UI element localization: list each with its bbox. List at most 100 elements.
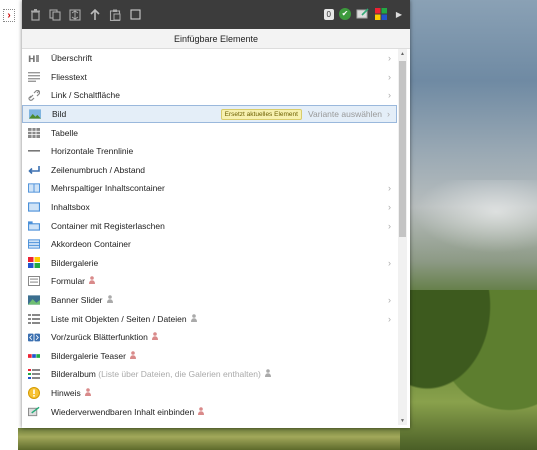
choose-variant-link[interactable]: Variante auswählen	[308, 109, 382, 119]
copy-icon[interactable]	[48, 8, 62, 22]
list-item-label: Bildergalerie Teaser	[51, 351, 397, 361]
image-icon	[29, 109, 41, 119]
columns-icon	[28, 183, 40, 194]
list-item-label: Horizontale Trennlinie	[51, 146, 397, 156]
list-item-label: Fliesstext	[51, 72, 397, 82]
list-item[interactable]: Wiederverwendbaren Inhalt einbinden	[22, 402, 397, 421]
list-item-label: Vor/zurück Blätterfunktion	[51, 332, 397, 342]
item-label-text: Formular	[51, 276, 86, 287]
list-item-label: Banner Slider	[51, 295, 397, 305]
replace-badge: Ersetzt aktuelles Element	[220, 108, 302, 120]
item-label-text: Bildergalerie	[51, 257, 99, 268]
item-label-text: Bild	[52, 109, 67, 120]
list-item[interactable]: Liste mit Objekten / Seiten / Dateien ›	[22, 309, 397, 328]
colors-icon[interactable]	[374, 7, 388, 21]
list-item[interactable]: Akkordeon Container	[22, 235, 397, 254]
list-item[interactable]: Banner Slider ›	[22, 291, 397, 310]
item-label-text: Wiederverwendbaren Inhalt einbinden	[51, 406, 195, 417]
list-item-label: Bildergalerie	[51, 258, 397, 268]
chevron-right-icon[interactable]: ›	[387, 109, 390, 119]
teaser-icon	[28, 351, 40, 361]
list-item-label: Überschrift	[51, 53, 397, 63]
user-icon	[264, 369, 271, 379]
box-icon	[28, 202, 40, 212]
background-fields	[18, 428, 400, 450]
scroll-down-icon[interactable]: ▼	[398, 418, 407, 424]
list-item[interactable]: Fliesstext ›	[22, 68, 397, 87]
clipboard-icon[interactable]	[108, 8, 122, 22]
arrow-up-icon[interactable]	[88, 8, 102, 22]
table-icon	[28, 127, 40, 138]
arrange-icon[interactable]	[68, 8, 82, 22]
chevron-right-icon[interactable]: ›	[388, 53, 391, 63]
list-item[interactable]: Bildergalerie Teaser	[22, 347, 397, 366]
list-item[interactable]: Mehrspaltiger Inhaltscontainer ›	[22, 179, 397, 198]
list-item-label: Inhaltsbox	[51, 202, 397, 212]
checkbox-icon[interactable]	[128, 8, 142, 22]
scrollbar[interactable]: ▲ ▼	[398, 49, 407, 425]
list-item[interactable]: Link / Schaltfläche ›	[22, 86, 397, 105]
list-item-label: Container mit Registerlaschen	[51, 221, 397, 231]
edit-icon[interactable]	[356, 7, 370, 21]
chevron-right-icon[interactable]: ›	[388, 221, 391, 231]
ok-icon[interactable]: ✔	[339, 8, 351, 20]
user-icon	[89, 276, 96, 286]
reuse-icon	[28, 406, 40, 417]
album-icon	[28, 369, 40, 380]
insert-elements-panel: 0 ✔ ▶ Einfügbare Elemente H Überschrift › F…	[22, 0, 410, 428]
item-label-text: Mehrspaltiger Inhaltscontainer	[51, 183, 165, 194]
list-item[interactable]: Bilderalbum (Liste über Dateien, die Gal…	[22, 365, 397, 384]
list-icon	[28, 313, 40, 324]
panel-title: Einfügbare Elemente	[22, 29, 410, 49]
user-icon	[151, 332, 158, 342]
item-label-text: Link / Schaltfläche	[51, 90, 120, 101]
chevron-right-icon[interactable]: ›	[388, 90, 391, 100]
item-label-hint: (Liste über Dateien, die Galerien enthal…	[98, 369, 261, 380]
gallery-icon	[28, 257, 40, 269]
slider-icon	[28, 295, 40, 305]
arrow-right-icon[interactable]: ▶	[392, 7, 406, 21]
list-item[interactable]: Tabelle	[22, 123, 397, 142]
user-icon	[198, 406, 205, 417]
chevron-right-icon[interactable]: ›	[388, 314, 391, 324]
scroll-thumb[interactable]	[399, 61, 406, 237]
chevron-right-icon[interactable]: ›	[388, 258, 391, 268]
list-item-label: Wiederverwendbaren Inhalt einbinden	[51, 407, 397, 417]
list-item-label: Tabelle	[51, 128, 397, 138]
form-icon	[28, 276, 40, 287]
item-label-text: Akkordeon Container	[51, 239, 131, 250]
chevron-right-icon[interactable]: ›	[388, 72, 391, 82]
item-label-text: Zeilenumbruch / Abstand	[51, 164, 146, 175]
list-item[interactable]: Formular	[22, 272, 397, 291]
list-item-label: Bilderalbum (Liste über Dateien, die Gal…	[51, 369, 397, 379]
list-item[interactable]: Zeilenumbruch / Abstand	[22, 161, 397, 180]
element-list: H Überschrift › Fliesstext › Link / Schaltflä…	[22, 49, 397, 421]
hint-icon	[28, 386, 40, 399]
item-label-text: Bildergalerie Teaser	[51, 350, 126, 361]
list-item[interactable]: Vor/zurück Blätterfunktion	[22, 328, 397, 347]
list-item[interactable]: Bild Ersetzt aktuelles Element Variante au…	[22, 104, 397, 124]
chevron-right-icon[interactable]: ›	[388, 183, 391, 193]
item-label-text: Bilderalbum	[51, 369, 96, 380]
item-label-text: Inhaltsbox	[51, 202, 90, 213]
list-item[interactable]: Hinweis	[22, 384, 397, 403]
hr-icon	[28, 146, 40, 156]
list-item[interactable]: Container mit Registerlaschen ›	[22, 216, 397, 235]
list-item[interactable]: Inhaltsbox ›	[22, 198, 397, 217]
svg-text:H: H	[28, 55, 36, 64]
chevron-right-icon[interactable]: ›	[388, 295, 391, 305]
tabs-icon	[28, 221, 40, 231]
list-item[interactable]: Horizontale Trennlinie	[22, 142, 397, 161]
item-label-text: Hinweis	[51, 387, 81, 398]
user-icon	[84, 388, 91, 398]
chevron-right-icon[interactable]: ›	[388, 202, 391, 212]
list-item-label: Bild	[52, 109, 221, 119]
list-item[interactable]: H Überschrift ›	[22, 49, 397, 68]
heading-icon: H	[28, 53, 40, 64]
user-icon	[129, 350, 136, 361]
trash-icon[interactable]	[28, 8, 42, 22]
list-item-label: Hinweis	[51, 388, 397, 398]
list-item[interactable]: Bildergalerie ›	[22, 254, 397, 273]
expand-arrow-icon[interactable]: ›	[3, 9, 15, 22]
scroll-up-icon[interactable]: ▲	[398, 51, 407, 57]
